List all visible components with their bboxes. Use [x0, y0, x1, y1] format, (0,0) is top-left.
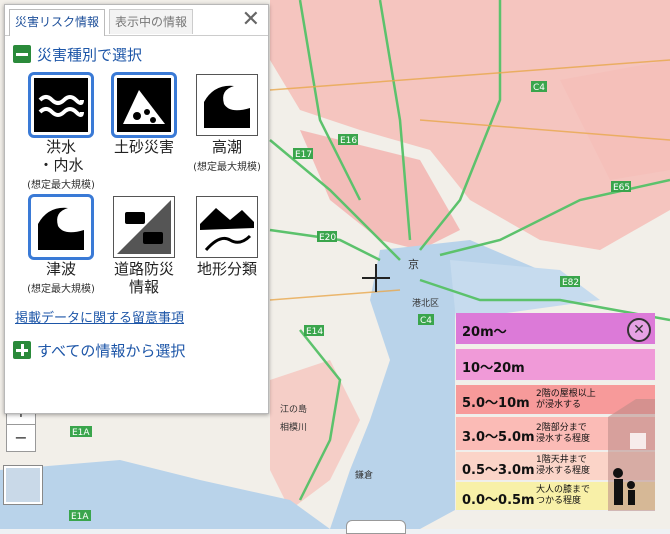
- road-label-e1a-2: E1A: [71, 512, 89, 522]
- hazard-item-tsunami[interactable]: 津波 (想定最大規模): [18, 194, 104, 295]
- section-by-type[interactable]: 災害種別で選択: [13, 43, 142, 67]
- legend-row: 10〜20m: [456, 349, 655, 381]
- landform-icon: [196, 196, 258, 258]
- close-icon[interactable]: ✕: [242, 9, 260, 31]
- place-label-kohoku: 港北区: [412, 297, 439, 309]
- hazard-item-storm-surge[interactable]: 高潮 (想定最大規模): [184, 74, 270, 173]
- flood-icon: [28, 72, 94, 138]
- collapse-icon: [13, 44, 31, 63]
- zoom-out-button[interactable]: −: [6, 424, 36, 452]
- road-disaster-icon: [113, 196, 175, 258]
- tab-displayed-info[interactable]: 表示中の情報: [109, 9, 194, 34]
- road-label-e14: E14: [306, 327, 323, 337]
- expand-icon: [13, 340, 31, 359]
- hazard-item-label: 地形分類: [196, 260, 257, 278]
- hazard-item-landslide[interactable]: 土砂災害: [101, 72, 187, 158]
- hazard-panel: 災害リスク情報 表示中の情報 ✕ 災害種別で選択 洪水 ・内水 (想定最大規模)…: [4, 4, 269, 414]
- hazard-item-label: 土砂災害: [113, 138, 174, 156]
- legend-range: 3.0〜5.0m: [462, 430, 535, 445]
- section-all[interactable]: すべての情報から選択: [13, 339, 185, 363]
- legend-range: 0.0〜0.5m: [462, 493, 535, 508]
- tsunami-icon: [28, 194, 94, 260]
- place-label-kyo: 京: [408, 257, 419, 271]
- crosshair-icon: [362, 264, 390, 292]
- hazard-item-label: 道路防災 情報: [113, 260, 174, 296]
- bottom-drawer-handle[interactable]: [346, 520, 406, 534]
- hazard-item-landform[interactable]: 地形分類: [184, 196, 270, 280]
- basemap-thumbnail[interactable]: [3, 465, 43, 505]
- depth-legend: 20m〜 ✕ 10〜20m 5.0〜10m 2階の屋根以上 が浸水する 3.0〜…: [456, 313, 655, 511]
- data-notes-link[interactable]: 掲載データに関する留意事項: [15, 307, 184, 326]
- section-all-label: すべての情報から選択: [37, 342, 186, 360]
- tab-hazard-risk[interactable]: 災害リスク情報: [9, 9, 106, 36]
- storm-surge-icon: [196, 74, 258, 136]
- legend-range: 5.0〜10m: [462, 396, 530, 411]
- landslide-icon: [111, 72, 177, 138]
- place-label-sagami: 相模川: [280, 421, 307, 433]
- close-icon[interactable]: ✕: [627, 318, 651, 342]
- legend-desc: 大人の膝まで つかる程度: [536, 485, 591, 506]
- road-label-e20: E20: [319, 233, 336, 243]
- legend-range: 0.5〜3.0m: [462, 463, 535, 478]
- hazard-item-flood[interactable]: 洪水 ・内水 (想定最大規模): [18, 72, 104, 191]
- hazard-item-road-disaster[interactable]: 道路防災 情報: [101, 196, 187, 298]
- hazard-item-label: 高潮: [211, 138, 242, 156]
- legend-desc: 2階の屋根以上 が浸水する: [536, 389, 596, 410]
- road-label-e1a: E1A: [72, 428, 90, 438]
- place-label-kamakura: 鎌倉: [355, 469, 373, 481]
- legend-desc: 2階部分まで 浸水する程度: [536, 423, 591, 444]
- place-label-eda: 江の島: [280, 403, 307, 415]
- hazard-item-label: 洪水 ・内水: [38, 138, 84, 174]
- legend-row: 20m〜 ✕: [456, 313, 655, 345]
- road-label-c4: C4: [533, 83, 545, 93]
- hazard-item-sub: (想定最大規模): [193, 162, 261, 173]
- house-icon: [608, 399, 655, 511]
- legend-range: 20m〜: [462, 325, 507, 340]
- panel-tabs: 災害リスク情報 表示中の情報 ✕: [5, 5, 268, 36]
- legend-range: 10〜20m: [462, 361, 525, 376]
- legend-desc: 1階天井まで 浸水する程度: [536, 455, 591, 476]
- road-label-e82: E82: [562, 278, 579, 288]
- hazard-item-sub: (想定最大規模): [27, 284, 95, 295]
- road-label-e17: E17: [295, 150, 312, 160]
- road-label-e65: E65: [613, 183, 630, 193]
- section-by-type-label: 災害種別で選択: [37, 46, 143, 64]
- hazard-item-label: 津波: [45, 260, 76, 278]
- road-label-c4b: C4: [420, 316, 432, 326]
- hazard-item-sub: (想定最大規模): [27, 180, 95, 191]
- road-label-e16: E16: [340, 136, 357, 146]
